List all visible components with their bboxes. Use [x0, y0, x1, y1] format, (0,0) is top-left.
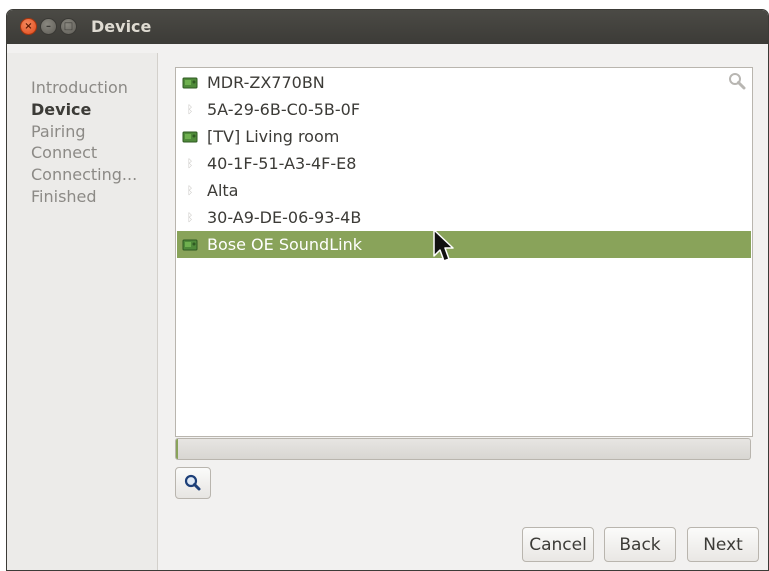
step-connecting: Connecting... — [31, 165, 138, 184]
minimize-window-button[interactable]: – — [40, 18, 57, 35]
search-icon — [184, 474, 201, 491]
window-title: Device — [91, 17, 152, 36]
mouse-pointer-icon — [433, 229, 454, 262]
bluetooth-icon: ᛒ — [186, 184, 194, 197]
close-icon: × — [24, 21, 33, 32]
progress-fill — [176, 439, 178, 459]
list-item[interactable]: ᛒ 40-1F-51-A3-4F-E8 — [177, 150, 751, 177]
audio-device-icon — [182, 131, 198, 142]
device-list[interactable]: MDR-ZX770BN ᛒ 5A-29-6B-C0-5B-0F [TV] Liv… — [175, 67, 753, 437]
search-progress-bar — [175, 438, 751, 460]
step-pairing: Pairing — [31, 122, 86, 141]
list-item[interactable]: ᛒ Alta — [177, 177, 751, 204]
device-name: 40-1F-51-A3-4F-E8 — [207, 154, 357, 173]
list-item[interactable]: ᛒ 5A-29-6B-C0-5B-0F — [177, 96, 751, 123]
close-window-button[interactable]: × — [20, 18, 37, 35]
back-button[interactable]: Back — [604, 527, 676, 562]
step-finished: Finished — [31, 187, 97, 206]
device-name: 5A-29-6B-C0-5B-0F — [207, 100, 361, 119]
bluetooth-icon: ᛒ — [186, 211, 194, 224]
maximize-icon: □ — [63, 21, 74, 32]
maximize-window-button[interactable]: □ — [60, 18, 77, 35]
steps-sidebar: Introduction Device Pairing Connect Conn… — [7, 53, 158, 570]
audio-device-icon — [182, 239, 198, 250]
list-item[interactable]: ᛒ 30-A9-DE-06-93-4B — [177, 204, 751, 231]
assistant-window: × – □ Device Introduction Device Pairing… — [6, 9, 769, 571]
list-item[interactable]: MDR-ZX770BN — [177, 69, 751, 96]
step-introduction: Introduction — [31, 78, 128, 97]
audio-device-icon — [182, 77, 198, 88]
step-connect: Connect — [31, 143, 98, 162]
bluetooth-icon: ᛒ — [186, 157, 194, 170]
cancel-button[interactable]: Cancel — [522, 527, 594, 562]
list-item-selected[interactable]: Bose OE SoundLink — [177, 231, 751, 258]
device-name: MDR-ZX770BN — [207, 73, 325, 92]
next-button[interactable]: Next — [687, 527, 759, 562]
device-name: Bose OE SoundLink — [207, 235, 362, 254]
device-name: 30-A9-DE-06-93-4B — [207, 208, 362, 227]
minimize-icon: – — [46, 21, 51, 32]
search-button[interactable] — [175, 467, 211, 499]
title-bar[interactable]: × – □ Device — [7, 10, 768, 44]
bluetooth-icon: ᛒ — [186, 103, 194, 116]
device-name: [TV] Living room — [207, 127, 340, 146]
device-name: Alta — [207, 181, 239, 200]
list-item[interactable]: [TV] Living room — [177, 123, 751, 150]
step-device: Device — [31, 100, 92, 119]
